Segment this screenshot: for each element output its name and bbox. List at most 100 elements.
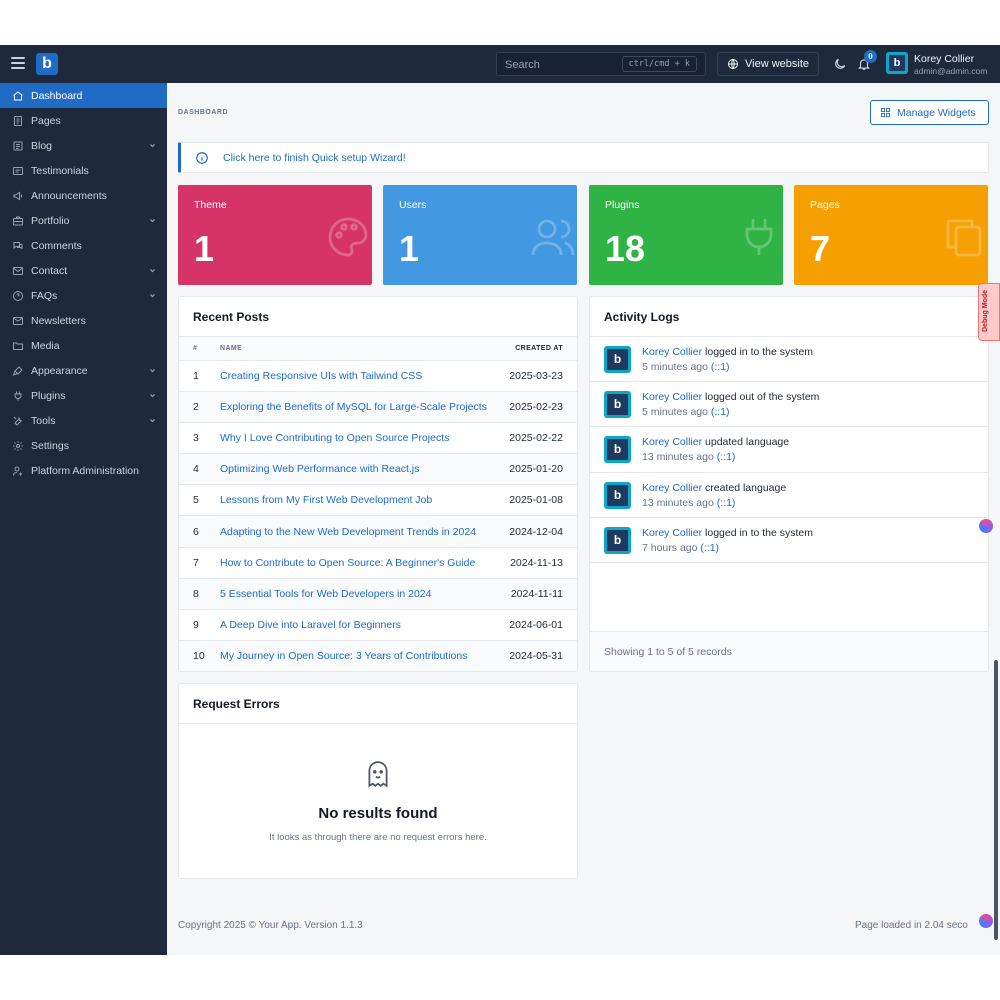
- sidebar-item-dashboard[interactable]: Dashboard: [0, 83, 167, 108]
- app-logo[interactable]: b: [36, 53, 58, 75]
- log-message: Korey Collier logged in to the system: [642, 527, 813, 539]
- stat-card-pages[interactable]: Pages 7: [794, 185, 988, 285]
- chevron-down-icon: [150, 369, 155, 373]
- activity-logs-title: Activity Logs: [590, 297, 988, 337]
- log-user-link[interactable]: Korey Collier: [642, 436, 702, 448]
- post-number: 10: [179, 640, 220, 671]
- footer-copyright: Copyright 2025 © Your App. Version 1.1.3: [178, 920, 363, 931]
- stat-card-theme[interactable]: Theme 1: [178, 185, 372, 285]
- log-user-link[interactable]: Korey Collier: [642, 527, 702, 539]
- debug-mode-tab[interactable]: Debug Mode: [978, 283, 1000, 341]
- sidebar-item-label: Pages: [31, 114, 61, 127]
- sidebar-item-pages[interactable]: Pages: [0, 108, 167, 133]
- post-title-link[interactable]: 5 Essential Tools for Web Developers in …: [220, 588, 431, 600]
- copy-icon: [946, 219, 982, 257]
- testimonials-icon: [13, 166, 23, 175]
- sidebar-item-announcements[interactable]: Announcements: [0, 183, 167, 208]
- sidebar-item-portfolio[interactable]: Portfolio: [0, 208, 167, 233]
- log-ip[interactable]: (::1): [717, 451, 736, 463]
- avatar: b: [604, 526, 631, 554]
- chevron-down-icon: [150, 294, 155, 298]
- log-ip[interactable]: (::1): [717, 497, 736, 509]
- sidebar-item-label: Tools: [31, 414, 56, 427]
- stat-label: Users: [399, 199, 427, 211]
- log-user-link[interactable]: Korey Collier: [642, 391, 702, 403]
- sidebar-item-settings[interactable]: Settings: [0, 433, 167, 458]
- table-row: 85 Essential Tools for Web Developers in…: [179, 578, 577, 611]
- post-title-link[interactable]: How to Contribute to Open Source: A Begi…: [220, 557, 475, 569]
- sidebar-item-label: Appearance: [31, 364, 88, 377]
- post-number: 1: [179, 360, 220, 392]
- sidebar-item-label: Portfolio: [31, 214, 70, 227]
- manage-widgets-button[interactable]: Manage Widgets: [870, 100, 989, 125]
- sidebar-item-label: Media: [31, 339, 60, 352]
- moon-icon[interactable]: [833, 57, 847, 71]
- stat-value: 1: [399, 228, 420, 269]
- log-action: logged in to the system: [702, 526, 814, 539]
- avatar[interactable]: b: [886, 52, 908, 74]
- view-website-button[interactable]: View website: [717, 52, 819, 76]
- view-website-label: View website: [745, 58, 809, 70]
- sidebar-item-faqs[interactable]: FAQs: [0, 283, 167, 308]
- sidebar-item-contact[interactable]: Contact: [0, 258, 167, 283]
- empty-state-text: It looks as through there are no request…: [269, 832, 487, 843]
- sidebar-item-media[interactable]: Media: [0, 333, 167, 358]
- log-user-link[interactable]: Korey Collier: [642, 482, 702, 494]
- log-ip[interactable]: (::1): [711, 406, 730, 418]
- log-meta: 7 hours ago (::1): [642, 542, 719, 554]
- log-message: Korey Collier created language: [642, 482, 786, 494]
- post-title-link[interactable]: Creating Responsive UIs with Tailwind CS…: [220, 370, 422, 382]
- avatar: b: [604, 481, 631, 509]
- setup-wizard-link[interactable]: Click here: [223, 152, 270, 164]
- table-row: 7 How to Contribute to Open Source: A Beg…: [179, 547, 577, 579]
- notification-badge: 0: [864, 50, 877, 63]
- stat-label: Pages: [810, 199, 840, 211]
- debug-mode-label: Debug Mode: [982, 290, 989, 332]
- user-name[interactable]: Korey Collier: [914, 53, 974, 65]
- post-title-link[interactable]: A Deep Dive into Laravel for Beginners: [220, 619, 401, 631]
- sidebar-item-appearance[interactable]: Appearance: [0, 358, 167, 383]
- log-user-link[interactable]: Korey Collier: [642, 346, 702, 358]
- sidebar-item-newsletters[interactable]: Newsletters: [0, 308, 167, 333]
- floating-brain-icon[interactable]: [979, 519, 993, 533]
- stat-card-users[interactable]: Users 1: [383, 185, 577, 285]
- post-title-link[interactable]: Exploring the Benefits of MySQL for Larg…: [220, 401, 487, 413]
- sidebar-item-label: Newsletters: [31, 314, 86, 327]
- search-box[interactable]: ctrl/cmd + k: [496, 52, 706, 76]
- log-message: Korey Collier updated language: [642, 436, 789, 448]
- table-row: 2 Exploring the Benefits of MySQL for Lar…: [179, 391, 577, 423]
- users-icon: [531, 219, 575, 256]
- post-created-at: 2024-06-01: [504, 609, 577, 642]
- app-frame: b ctrl/cmd + k View website 0 b Korey Co…: [0, 45, 1000, 955]
- sidebar-item-blog[interactable]: Blog: [0, 133, 167, 158]
- user-cog-icon: [13, 466, 22, 476]
- search-input[interactable]: [505, 57, 615, 72]
- sidebar-item-platform-administration[interactable]: Platform Administration: [0, 458, 167, 483]
- list-item: b Korey Collier logged out of the system 5…: [590, 382, 988, 428]
- log-meta: 5 minutes ago (::1): [642, 406, 730, 418]
- sidebar-item-label: FAQs: [31, 289, 58, 302]
- scrollbar[interactable]: [994, 660, 998, 940]
- empty-state-title: No results found: [318, 805, 438, 822]
- log-time: 13 minutes ago: [642, 496, 714, 509]
- post-title-link[interactable]: Adapting to the New Web Development Tren…: [220, 526, 476, 538]
- sidebar-item-comments[interactable]: Comments: [0, 233, 167, 258]
- chevron-down-icon: [150, 219, 155, 223]
- manage-widgets-label: Manage Widgets: [897, 106, 976, 119]
- log-ip[interactable]: (::1): [700, 542, 719, 554]
- floating-brain-icon-bottom[interactable]: [979, 914, 993, 928]
- post-title-link[interactable]: Lessons from My First Web Development Jo…: [220, 494, 432, 506]
- sidebar-item-plugins[interactable]: Plugins: [0, 383, 167, 408]
- log-action: logged in to the system: [702, 346, 814, 358]
- sidebar-item-testimonials[interactable]: Testimonials: [0, 158, 167, 183]
- newsletter-icon: [13, 316, 23, 325]
- sidebar-item-tools[interactable]: Tools: [0, 408, 167, 433]
- post-title-link[interactable]: My Journey in Open Source: 3 Years of Co…: [220, 650, 467, 662]
- menu-toggle-icon[interactable]: [11, 57, 25, 71]
- post-number: 7: [179, 547, 220, 579]
- post-title-link[interactable]: Optimizing Web Performance with React.js: [220, 463, 419, 475]
- post-title-link[interactable]: Why I Love Contributing to Open Source P…: [220, 432, 449, 444]
- list-item: b Korey Collier updated language 13 minute…: [590, 427, 988, 473]
- log-ip[interactable]: (::1): [711, 361, 730, 373]
- stat-card-plugins[interactable]: Plugins 18: [589, 185, 783, 285]
